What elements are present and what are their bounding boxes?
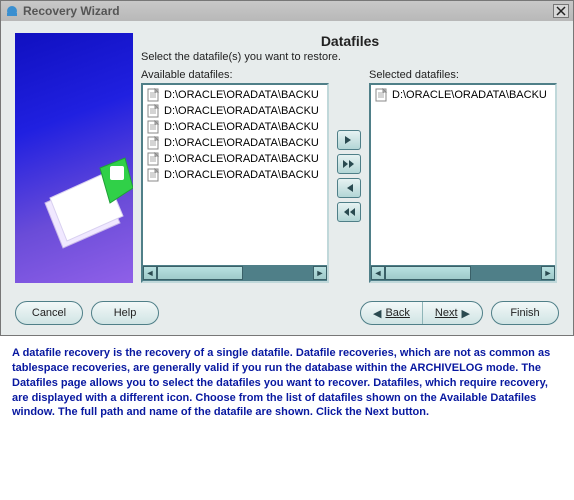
list-item[interactable]: D:\ORACLE\ORADATA\BACKU bbox=[145, 151, 325, 167]
scroll-left-icon[interactable]: ◄ bbox=[371, 266, 385, 280]
app-icon bbox=[5, 4, 19, 18]
finish-label: Finish bbox=[510, 307, 539, 319]
list-item[interactable]: D:\ORACLE\ORADATA\BACKU bbox=[145, 167, 325, 183]
list-item-label: D:\ORACLE\ORADATA\BACKU bbox=[164, 121, 319, 133]
back-button[interactable]: ◀ Back bbox=[361, 302, 423, 324]
move-left-button[interactable] bbox=[337, 178, 361, 198]
selected-listbox[interactable]: D:\ORACLE\ORADATA\BACKU ◄ ► bbox=[369, 83, 557, 283]
nav-button-group: ◀ Back Next ▶ bbox=[360, 301, 483, 325]
file-icon bbox=[147, 168, 160, 182]
move-all-left-button[interactable] bbox=[337, 202, 361, 222]
help-button[interactable]: Help bbox=[91, 301, 159, 325]
available-listbox[interactable]: D:\ORACLE\ORADATA\BACKU D:\ORACLE\ORADATA… bbox=[141, 83, 329, 283]
available-hscrollbar[interactable]: ◄ ► bbox=[143, 265, 327, 281]
file-icon bbox=[147, 88, 160, 102]
scroll-thumb[interactable] bbox=[157, 266, 243, 280]
titlebar: Recovery Wizard bbox=[1, 1, 573, 21]
cancel-label: Cancel bbox=[32, 307, 66, 319]
window-title: Recovery Wizard bbox=[23, 4, 120, 18]
move-buttons bbox=[335, 69, 363, 283]
list-item-label: D:\ORACLE\ORADATA\BACKU bbox=[392, 89, 547, 101]
page-description: A datafile recovery is the recovery of a… bbox=[0, 336, 574, 434]
list-item[interactable]: D:\ORACLE\ORADATA\BACKU bbox=[145, 135, 325, 151]
cancel-button[interactable]: Cancel bbox=[15, 301, 83, 325]
list-item-label: D:\ORACLE\ORADATA\BACKU bbox=[164, 89, 319, 101]
scroll-right-icon[interactable]: ► bbox=[313, 266, 327, 280]
next-label: Next bbox=[435, 307, 458, 319]
button-bar: Cancel Help ◀ Back Next ▶ Finish bbox=[15, 301, 559, 325]
list-item[interactable]: D:\ORACLE\ORADATA\BACKU bbox=[145, 87, 325, 103]
scroll-thumb[interactable] bbox=[385, 266, 471, 280]
list-item-label: D:\ORACLE\ORADATA\BACKU bbox=[164, 169, 319, 181]
chevron-right-icon: ▶ bbox=[462, 307, 470, 320]
list-item-label: D:\ORACLE\ORADATA\BACKU bbox=[164, 153, 319, 165]
back-label: Back bbox=[385, 307, 409, 319]
file-icon bbox=[147, 104, 160, 118]
page-title: Datafiles bbox=[141, 33, 559, 49]
finish-button[interactable]: Finish bbox=[491, 301, 559, 325]
file-icon bbox=[375, 88, 388, 102]
file-icon bbox=[147, 136, 160, 150]
list-item-label: D:\ORACLE\ORADATA\BACKU bbox=[164, 105, 319, 117]
scroll-right-icon[interactable]: ► bbox=[541, 266, 555, 280]
page-subtitle: Select the datafile(s) you want to resto… bbox=[141, 51, 559, 63]
scroll-left-icon[interactable]: ◄ bbox=[143, 266, 157, 280]
list-item[interactable]: D:\ORACLE\ORADATA\BACKU bbox=[145, 103, 325, 119]
chevron-left-icon: ◀ bbox=[373, 307, 381, 320]
content-area: Datafiles Select the datafile(s) you wan… bbox=[1, 21, 573, 335]
list-item-label: D:\ORACLE\ORADATA\BACKU bbox=[164, 137, 319, 149]
next-button[interactable]: Next ▶ bbox=[423, 302, 482, 324]
list-item[interactable]: D:\ORACLE\ORADATA\BACKU bbox=[145, 119, 325, 135]
selected-label: Selected datafiles: bbox=[369, 69, 557, 81]
available-label: Available datafiles: bbox=[141, 69, 329, 81]
selected-hscrollbar[interactable]: ◄ ► bbox=[371, 265, 555, 281]
file-icon bbox=[147, 152, 160, 166]
file-icon bbox=[147, 120, 160, 134]
help-label: Help bbox=[114, 307, 137, 319]
move-all-right-button[interactable] bbox=[337, 154, 361, 174]
wizard-side-image bbox=[15, 33, 133, 283]
close-button[interactable] bbox=[553, 4, 569, 18]
move-right-button[interactable] bbox=[337, 130, 361, 150]
recovery-wizard-window: Recovery Wizard Datafiles Select the dat… bbox=[0, 0, 574, 336]
list-item[interactable]: D:\ORACLE\ORADATA\BACKU bbox=[373, 87, 553, 103]
